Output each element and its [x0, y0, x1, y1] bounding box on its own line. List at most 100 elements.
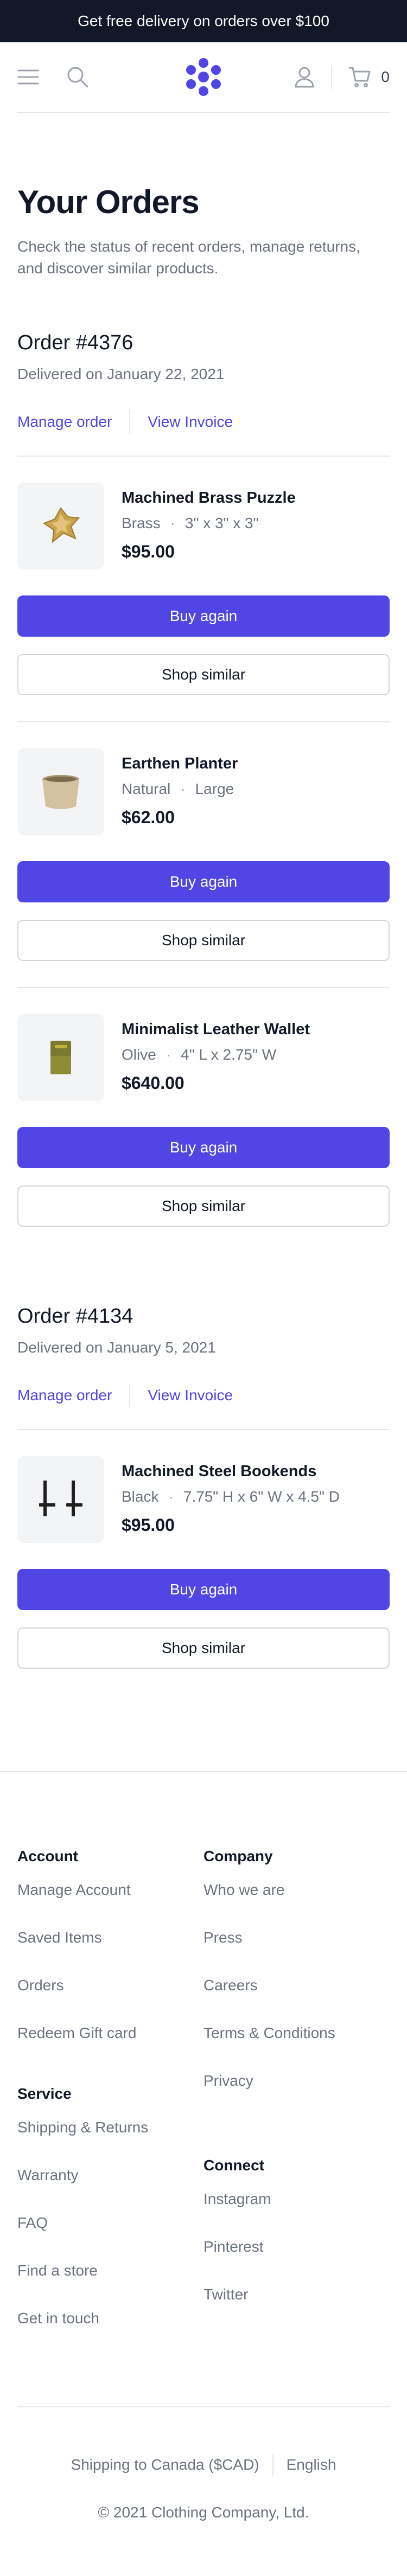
footer-link[interactable]: Find a store — [17, 2259, 204, 2283]
buy-again-button[interactable]: Buy again — [17, 1569, 390, 1610]
search-icon[interactable] — [66, 66, 89, 88]
order-card: Order #4376 Delivered on January 22, 202… — [17, 331, 390, 1253]
product-variant: Natural — [122, 780, 171, 797]
product-price: $95.00 — [122, 542, 175, 561]
footer-connect-links: Instagram Pinterest Twitter — [204, 2187, 390, 2306]
product-size: Large — [195, 780, 234, 797]
product-image[interactable] — [17, 1014, 104, 1101]
view-invoice-link[interactable]: View Invoice — [148, 413, 233, 431]
footer-link[interactable]: Orders — [17, 1973, 204, 1997]
footer-right-column: Company Who we are Press Careers Terms &… — [204, 1848, 390, 2330]
view-invoice-link[interactable]: View Invoice — [148, 1387, 233, 1404]
order-date: Delivered on January 22, 2021 — [17, 366, 225, 382]
footer-preferences: Shipping to Canada ($CAD) English — [17, 2454, 390, 2476]
shop-similar-button[interactable]: Shop similar — [17, 1627, 390, 1669]
promo-text: Get free delivery on orders over $100 — [78, 12, 329, 29]
footer-link[interactable]: Warranty — [17, 2163, 204, 2187]
language-link[interactable]: English — [287, 2456, 336, 2474]
order-item: Machined Brass Puzzle Brass · 3" x 3" x … — [17, 457, 390, 722]
links-divider — [129, 410, 131, 434]
footer-link[interactable]: Shipping & Returns — [17, 2116, 204, 2139]
nav-bottom-border — [17, 112, 390, 113]
buy-again-button[interactable]: Buy again — [17, 595, 390, 637]
footer-link[interactable]: Who we are — [204, 1878, 390, 1902]
shopping-cart-icon — [348, 67, 371, 87]
meta-separator: · — [170, 515, 175, 531]
footer-account-links: Manage Account Saved Items Orders Redeem… — [17, 1878, 204, 2045]
order-card: Order #4134 Delivered on January 5, 2021… — [17, 1305, 390, 1695]
buy-again-button[interactable]: Buy again — [17, 1127, 390, 1168]
footer-heading-company: Company — [204, 1848, 273, 1864]
order-date: Delivered on January 5, 2021 — [17, 1339, 216, 1356]
prefs-divider — [272, 2454, 274, 2476]
product-size: 3" x 3" x 3" — [185, 515, 259, 531]
footer-link[interactable]: Instagram — [204, 2187, 390, 2211]
footer-link[interactable]: Manage Account — [17, 1878, 204, 1902]
menu-icon[interactable] — [17, 68, 39, 86]
site-footer: Account Manage Account Saved Items Order… — [0, 1771, 407, 2543]
brass-puzzle-image — [42, 507, 80, 543]
footer-company-links: Who we are Press Careers Terms & Conditi… — [204, 1878, 390, 2093]
cart-count: 0 — [381, 68, 390, 85]
product-price: $95.00 — [122, 1515, 175, 1535]
cart-button[interactable]: 0 — [348, 66, 390, 88]
product-size: 4" L x 2.75" W — [181, 1046, 277, 1063]
footer-link[interactable]: FAQ — [17, 2211, 204, 2235]
product-name[interactable]: Minimalist Leather Wallet — [122, 1021, 310, 1039]
footer-link[interactable]: Privacy — [204, 2069, 390, 2093]
footer-link[interactable]: Get in touch — [17, 2306, 204, 2330]
footer-left-column: Account Manage Account Saved Items Order… — [17, 1848, 204, 2330]
footer-heading-account: Account — [17, 1848, 78, 1864]
page-subtitle: Check the status of recent orders, manag… — [17, 238, 360, 277]
order-actions: Manage order View Invoice — [17, 1383, 390, 1430]
product-meta: Natural · Large — [122, 780, 238, 798]
footer-link[interactable]: Twitter — [204, 2283, 390, 2306]
promo-banner: Get free delivery on orders over $100 — [0, 0, 407, 42]
product-variant: Black — [122, 1488, 159, 1505]
manage-order-link[interactable]: Manage order — [17, 413, 112, 431]
product-size: 7.75" H x 6" W x 4.5" D — [183, 1488, 340, 1505]
product-image[interactable] — [17, 483, 104, 569]
wallet-image — [50, 1041, 71, 1074]
footer-link[interactable]: Terms & Conditions — [204, 2021, 390, 2045]
asterisk-logo-icon[interactable] — [182, 56, 225, 98]
footer-heading-service: Service — [17, 2085, 72, 2102]
bookends-image — [39, 1481, 82, 1516]
product-image[interactable] — [17, 1456, 104, 1543]
buy-again-button[interactable]: Buy again — [17, 861, 390, 902]
shop-similar-button[interactable]: Shop similar — [17, 1186, 390, 1227]
links-divider — [129, 1383, 131, 1407]
product-variant: Brass — [122, 515, 161, 531]
order-item: Minimalist Leather Wallet Olive · 4" L x… — [17, 988, 390, 1253]
planter-image — [42, 775, 79, 809]
top-nav: 0 — [0, 42, 407, 112]
order-item: Earthen Planter Natural · Large $62.00 B… — [17, 722, 390, 988]
order-number: Order #4376 — [17, 331, 133, 354]
product-meta: Brass · 3" x 3" x 3" — [122, 515, 296, 532]
product-name[interactable]: Earthen Planter — [122, 755, 238, 773]
user-icon[interactable] — [294, 66, 315, 88]
product-price: $640.00 — [122, 1073, 185, 1093]
product-name[interactable]: Machined Steel Bookends — [122, 1463, 340, 1481]
orders-main: Your Orders Check the status of recent o… — [0, 183, 407, 1695]
shipping-region-link[interactable]: Shipping to Canada ($CAD) — [71, 2456, 259, 2474]
page-title: Your Orders — [17, 184, 200, 220]
nav-divider — [331, 65, 333, 89]
footer-link[interactable]: Redeem Gift card — [17, 2021, 204, 2045]
shop-similar-button[interactable]: Shop similar — [17, 654, 390, 695]
order-number: Order #4134 — [17, 1305, 133, 1328]
order-actions: Manage order View Invoice — [17, 410, 390, 457]
footer-link[interactable]: Pinterest — [204, 2235, 390, 2259]
footer-bottom: Shipping to Canada ($CAD) English © 2021… — [17, 2406, 390, 2543]
footer-link[interactable]: Saved Items — [17, 1926, 204, 1950]
product-image[interactable] — [17, 748, 104, 835]
footer-link[interactable]: Careers — [204, 1973, 390, 1997]
product-name[interactable]: Machined Brass Puzzle — [122, 489, 296, 507]
footer-heading-connect: Connect — [204, 2157, 264, 2174]
meta-separator: · — [168, 1488, 174, 1505]
copyright-text: © 2021 Clothing Company, Ltd. — [98, 2504, 309, 2521]
footer-link[interactable]: Press — [204, 1926, 390, 1950]
product-meta: Black · 7.75" H x 6" W x 4.5" D — [122, 1488, 340, 1505]
shop-similar-button[interactable]: Shop similar — [17, 920, 390, 961]
manage-order-link[interactable]: Manage order — [17, 1387, 112, 1404]
